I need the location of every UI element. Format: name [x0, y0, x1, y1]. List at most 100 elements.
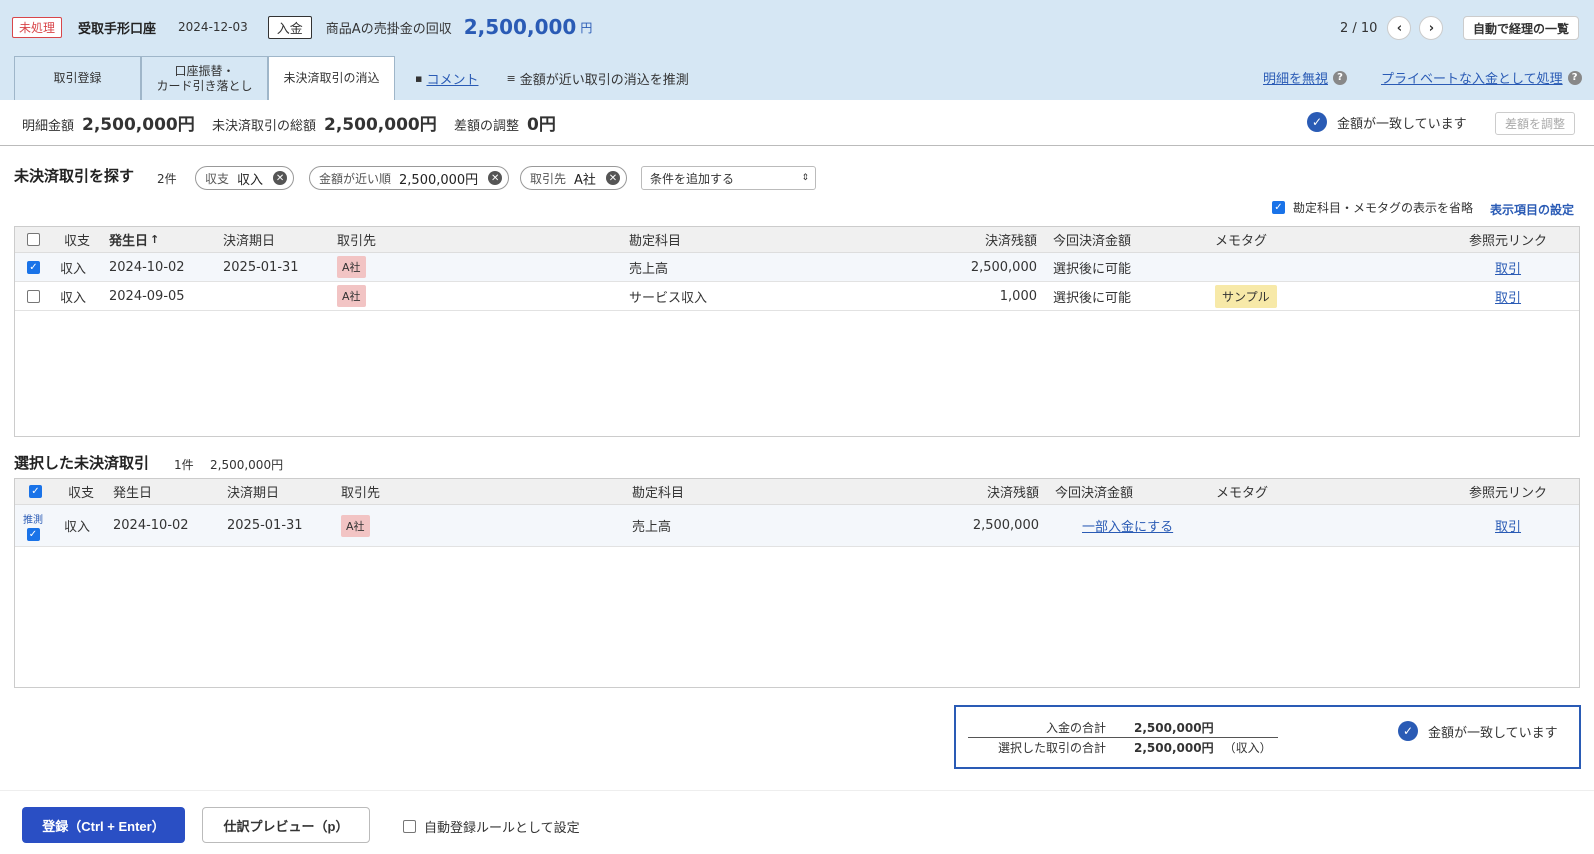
prev-page-button[interactable]: ‹ — [1387, 16, 1412, 40]
chip-value: A社 — [574, 172, 596, 188]
ignore-detail-link[interactable]: 明細を無視 — [1263, 68, 1328, 87]
selected-total-value: 2,500,000円 — [1134, 741, 1214, 755]
col-issue-date: 発生日 — [113, 486, 153, 501]
search-count: 2件 — [157, 172, 177, 186]
col-ref: 参照元リンク — [1469, 486, 1548, 501]
selected-total-label: 選択した取引の合計 — [997, 741, 1106, 755]
totals-match-status: ✓ 金額が一致しています — [1398, 721, 1558, 741]
totals-box: 入金の合計 2,500,000円 選択した取引の合計 2,500,000円 （収… — [954, 705, 1581, 769]
table-row[interactable]: 収入 2024-09-05 A社 サービス収入 1,000 選択後に可能 サンプ… — [15, 282, 1579, 311]
unsettled-total-label: 未決済取引の総額 — [212, 119, 317, 134]
checkbox-box[interactable]: ✓ — [29, 485, 42, 498]
guess-label: 推測 — [23, 514, 43, 526]
table-row[interactable]: 推測 ✓ 収入 2024-10-02 2025-01-31 A社 売上高 2,5… — [15, 505, 1579, 547]
currency-label: 円 — [580, 20, 593, 35]
guess-link-text[interactable]: 金額が近い取引の消込を推測 — [520, 69, 689, 88]
private-deposit-link[interactable]: プライベートな入金として処理 — [1381, 68, 1563, 87]
partial-payment-link[interactable]: 一部入金にする — [1082, 516, 1173, 535]
cell-ref: 取引 — [1495, 505, 1521, 546]
auto-list-button[interactable]: 自動で経理の一覧 — [1463, 16, 1580, 40]
tab-reconcile[interactable]: 未決済取引の消込 — [268, 56, 395, 100]
omit-checkbox[interactable]: ✓ — [1272, 201, 1285, 214]
select-all-checkbox[interactable] — [27, 227, 40, 252]
next-page-button[interactable]: › — [1419, 16, 1444, 40]
deposit-total-label: 入金の合計 — [1045, 721, 1106, 735]
cell-account: サービス収入 — [629, 290, 708, 306]
ref-link[interactable]: 取引 — [1495, 516, 1521, 535]
header-info: 未処理 受取手形口座 2024-12-03 入金 商品Aの売掛金の回収 2,50… — [12, 14, 592, 40]
selected-table: ✓ 収支 発生日 決済期日 取引先 勘定科目 決済残額 今回決済金額 メモタグ … — [14, 478, 1580, 688]
checkbox-box[interactable] — [27, 233, 40, 246]
col-balance: 決済残額 — [986, 486, 1039, 501]
deposit-total: 入金の合計 2,500,000円 — [956, 719, 1214, 736]
cell-current: 選択後に可能 — [1053, 261, 1132, 277]
tab-transfer[interactable]: 口座振替・ カード引き落とし — [141, 56, 268, 100]
col-memo: メモタグ — [1216, 486, 1269, 501]
register-button[interactable]: 登録（Ctrl + Enter） — [22, 807, 185, 843]
filter-chip-amount[interactable]: 金額が近い順 2,500,000円 ✕ — [309, 166, 510, 190]
col-account: 勘定科目 — [632, 486, 685, 501]
cell-issue-date: 2024-10-02 — [113, 518, 189, 533]
adjust-difference-button[interactable]: 差額を調整 — [1495, 112, 1576, 135]
transaction-header: 未処理 受取手形口座 2024-12-03 入金 商品Aの売掛金の回収 2,50… — [0, 0, 1594, 100]
col-current: 今回決済金額 — [1053, 234, 1132, 249]
chip-value: 収入 — [237, 172, 264, 188]
omit-option-label: 勘定科目・メモタグの表示を省略 — [1293, 201, 1474, 215]
match-text: 金額が一致しています — [1337, 116, 1467, 132]
chevron-left-icon: ‹ — [1396, 20, 1403, 36]
col-issue-date-label: 発生日 — [109, 234, 149, 249]
help-icon[interactable]: ? — [1333, 70, 1348, 85]
guess-link[interactable]: ≡ 金額が近い取引の消込を推測 — [506, 56, 688, 100]
select-all-checkbox[interactable]: ✓ — [29, 479, 42, 504]
checkbox-box[interactable] — [27, 289, 40, 303]
cell-balance: 1,000 — [999, 288, 1037, 304]
cell-partner: A社 — [337, 282, 366, 310]
cell-balance: 2,500,000 — [972, 518, 1039, 533]
cell-type: 収入 — [60, 261, 87, 277]
journal-preview-button[interactable]: 仕訳プレビュー（p） — [202, 807, 370, 843]
close-icon[interactable]: ✕ — [488, 171, 503, 185]
checkbox-box[interactable]: ✓ — [26, 527, 40, 541]
comment-link-text[interactable]: コメント — [426, 69, 478, 88]
filter-chip-partner[interactable]: 取引先 A社 ✕ — [520, 166, 627, 190]
partner-tag: A社 — [341, 514, 370, 537]
close-icon[interactable]: ✕ — [605, 171, 620, 185]
cell-type: 収入 — [60, 290, 87, 306]
tab-register[interactable]: 取引登録 — [14, 56, 141, 100]
row-checkbox[interactable]: ✓ — [27, 253, 40, 281]
row-checkbox[interactable] — [27, 282, 40, 310]
auto-rule-checkbox[interactable] — [403, 820, 416, 833]
auto-rule-option[interactable]: 自動登録ルールとして設定 — [403, 817, 580, 836]
add-condition-label: 条件を追加する — [650, 171, 735, 186]
ref-link[interactable]: 取引 — [1495, 287, 1521, 306]
table-header: ✓ 収支 発生日 決済期日 取引先 勘定科目 決済残額 今回決済金額 メモタグ … — [15, 479, 1579, 505]
ignore-detail: 明細を無視 ? — [1263, 68, 1348, 87]
totals-divider — [968, 737, 1278, 738]
unsettled-table: 収支 発生日 ↑ 決済期日 取引先 勘定科目 決済残額 今回決済金額 メモタグ … — [14, 226, 1580, 437]
checkbox-box[interactable]: ✓ — [27, 260, 40, 274]
add-condition-select[interactable]: 条件を追加する ⇕ — [641, 166, 816, 190]
filter-chip-type[interactable]: 収支 収入 ✕ — [195, 166, 295, 190]
check-circle-icon: ✓ — [1398, 721, 1418, 741]
row-guess-checkbox[interactable]: 推測 ✓ — [23, 505, 43, 546]
comment-link[interactable]: ▪ コメント — [415, 56, 478, 100]
omit-option[interactable]: ✓ 勘定科目・メモタグの表示を省略 — [1272, 199, 1473, 216]
difference-adjust: 差額の調整 0円 — [454, 110, 556, 135]
cell-type: 収入 — [64, 520, 91, 535]
cell-due-date: 2025-01-31 — [223, 259, 299, 275]
amount-summary: 明細金額 2,500,000円 未決済取引の総額 2,500,000円 差額の調… — [0, 100, 1594, 146]
ref-link[interactable]: 取引 — [1495, 258, 1521, 277]
close-icon[interactable]: ✕ — [273, 171, 288, 185]
select-arrows-icon: ⇕ — [801, 173, 809, 183]
table-row[interactable]: ✓ 収入 2024-10-02 2025-01-31 A社 売上高 2,500,… — [15, 253, 1579, 282]
difference-label: 差額の調整 — [454, 119, 520, 134]
display-settings-link[interactable]: 表示項目の設定 — [1490, 201, 1574, 218]
tab-label: 取引登録 — [53, 71, 102, 85]
cell-current: 一部入金にする — [1082, 505, 1173, 546]
col-partner: 取引先 — [337, 234, 377, 249]
action-footer: 登録（Ctrl + Enter） 仕訳プレビュー（p） 自動登録ルールとして設定 — [0, 790, 1594, 854]
transaction-date: 2024-12-03 — [178, 20, 248, 34]
help-icon[interactable]: ? — [1567, 70, 1582, 85]
col-issue-date[interactable]: 発生日 ↑ — [109, 227, 159, 252]
totals-match-text: 金額が一致しています — [1428, 725, 1558, 741]
